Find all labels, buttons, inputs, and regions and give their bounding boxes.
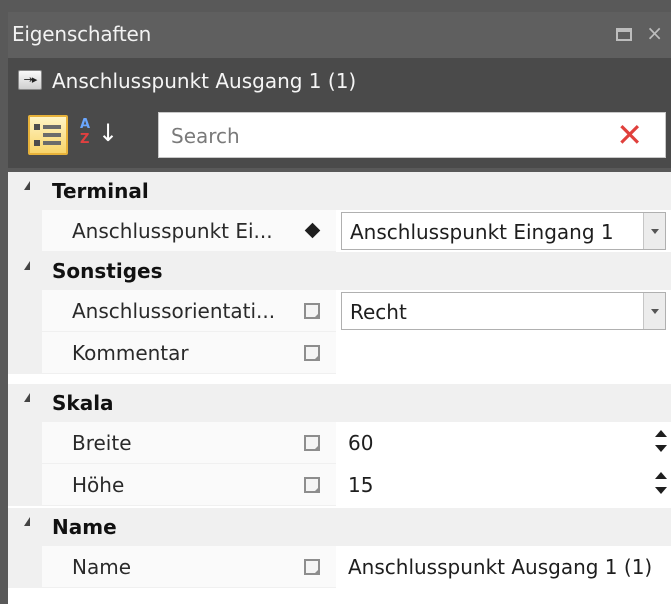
edit-icon: [304, 303, 320, 319]
properties-toolbar: AZ ↓ ✕: [8, 104, 671, 168]
property-row[interactable]: Name Anschlusspunkt Ausgang 1 (1): [8, 546, 671, 588]
terminal-combo[interactable]: Anschlusspunkt Eingang 1: [341, 212, 666, 250]
spin-up-icon[interactable]: [655, 472, 667, 479]
comment-field[interactable]: [338, 332, 671, 374]
property-row[interactable]: Kommentar: [8, 332, 671, 374]
window-buttons: ×: [602, 21, 663, 45]
property-name: Kommentar: [72, 341, 189, 365]
edit-icon: [304, 435, 320, 451]
edit-icon: [304, 345, 320, 361]
property-value: 15: [348, 473, 374, 497]
category-terminal[interactable]: Terminal: [8, 172, 671, 210]
property-value: Anschlusspunkt Ausgang 1 (1): [348, 555, 653, 579]
orientation-combo[interactable]: Recht: [341, 292, 666, 330]
collapse-triangle-icon[interactable]: [24, 393, 30, 402]
category-name[interactable]: Name: [8, 508, 671, 546]
spin-buttons[interactable]: [653, 426, 669, 460]
alphabetical-sort-button[interactable]: AZ ↓: [74, 115, 118, 155]
category-sonstiges[interactable]: Sonstiges: [8, 252, 671, 290]
property-row[interactable]: Anschlussorientati... Recht: [8, 290, 671, 332]
property-name: Anschlusspunkt Ei...: [72, 219, 273, 243]
properties-panel: Eigenschaften × →▸ Anschlusspunkt Ausgan…: [0, 0, 671, 604]
connector-output-icon: →▸: [18, 70, 42, 90]
collapse-triangle-icon[interactable]: [24, 261, 30, 270]
property-name: Anschlussorientati...: [72, 299, 276, 323]
selected-object-bar: →▸ Anschlusspunkt Ausgang 1 (1): [8, 58, 671, 104]
selected-object-name: Anschlusspunkt Ausgang 1 (1): [52, 69, 357, 93]
categorized-view-button[interactable]: [28, 115, 68, 155]
search-box: ✕: [158, 112, 666, 158]
property-grid: Terminal Anschlusspunkt Ei... Anschlussp…: [8, 172, 671, 604]
width-field[interactable]: 60: [338, 422, 671, 464]
property-name: Höhe: [72, 473, 125, 497]
edit-icon: [304, 477, 320, 493]
property-value: Recht: [350, 300, 407, 324]
property-name: Name: [72, 555, 132, 579]
category-skala[interactable]: Skala: [8, 384, 671, 422]
category-label: Sonstiges: [52, 259, 163, 283]
edit-icon: [304, 559, 320, 575]
panel-title: Eigenschaften: [12, 22, 152, 46]
maximize-icon[interactable]: [616, 28, 633, 41]
height-field[interactable]: 15: [338, 464, 671, 506]
chevron-down-icon[interactable]: [643, 213, 665, 249]
clear-search-icon[interactable]: ✕: [616, 117, 643, 153]
property-row[interactable]: Breite 60: [8, 422, 671, 464]
property-row[interactable]: Höhe 15: [8, 464, 671, 506]
category-label: Terminal: [52, 179, 149, 203]
property-value: 60: [348, 431, 374, 455]
search-input[interactable]: [171, 123, 591, 149]
collapse-triangle-icon[interactable]: [24, 181, 30, 190]
spin-up-icon[interactable]: [655, 430, 667, 437]
collapse-triangle-icon[interactable]: [24, 517, 30, 526]
spin-down-icon[interactable]: [655, 487, 667, 494]
category-label: Name: [52, 515, 117, 539]
name-field[interactable]: Anschlusspunkt Ausgang 1 (1): [338, 546, 671, 588]
property-row[interactable]: Anschlusspunkt Ei... Anschlusspunkt Eing…: [8, 210, 671, 252]
spin-buttons[interactable]: [653, 468, 669, 502]
property-value: Anschlusspunkt Eingang 1: [350, 220, 614, 244]
category-label: Skala: [52, 391, 114, 415]
spin-down-icon[interactable]: [655, 445, 667, 452]
panel-titlebar: Eigenschaften ×: [8, 12, 671, 58]
close-icon[interactable]: ×: [646, 21, 663, 45]
property-name: Breite: [72, 431, 132, 455]
chevron-down-icon[interactable]: [643, 293, 665, 329]
